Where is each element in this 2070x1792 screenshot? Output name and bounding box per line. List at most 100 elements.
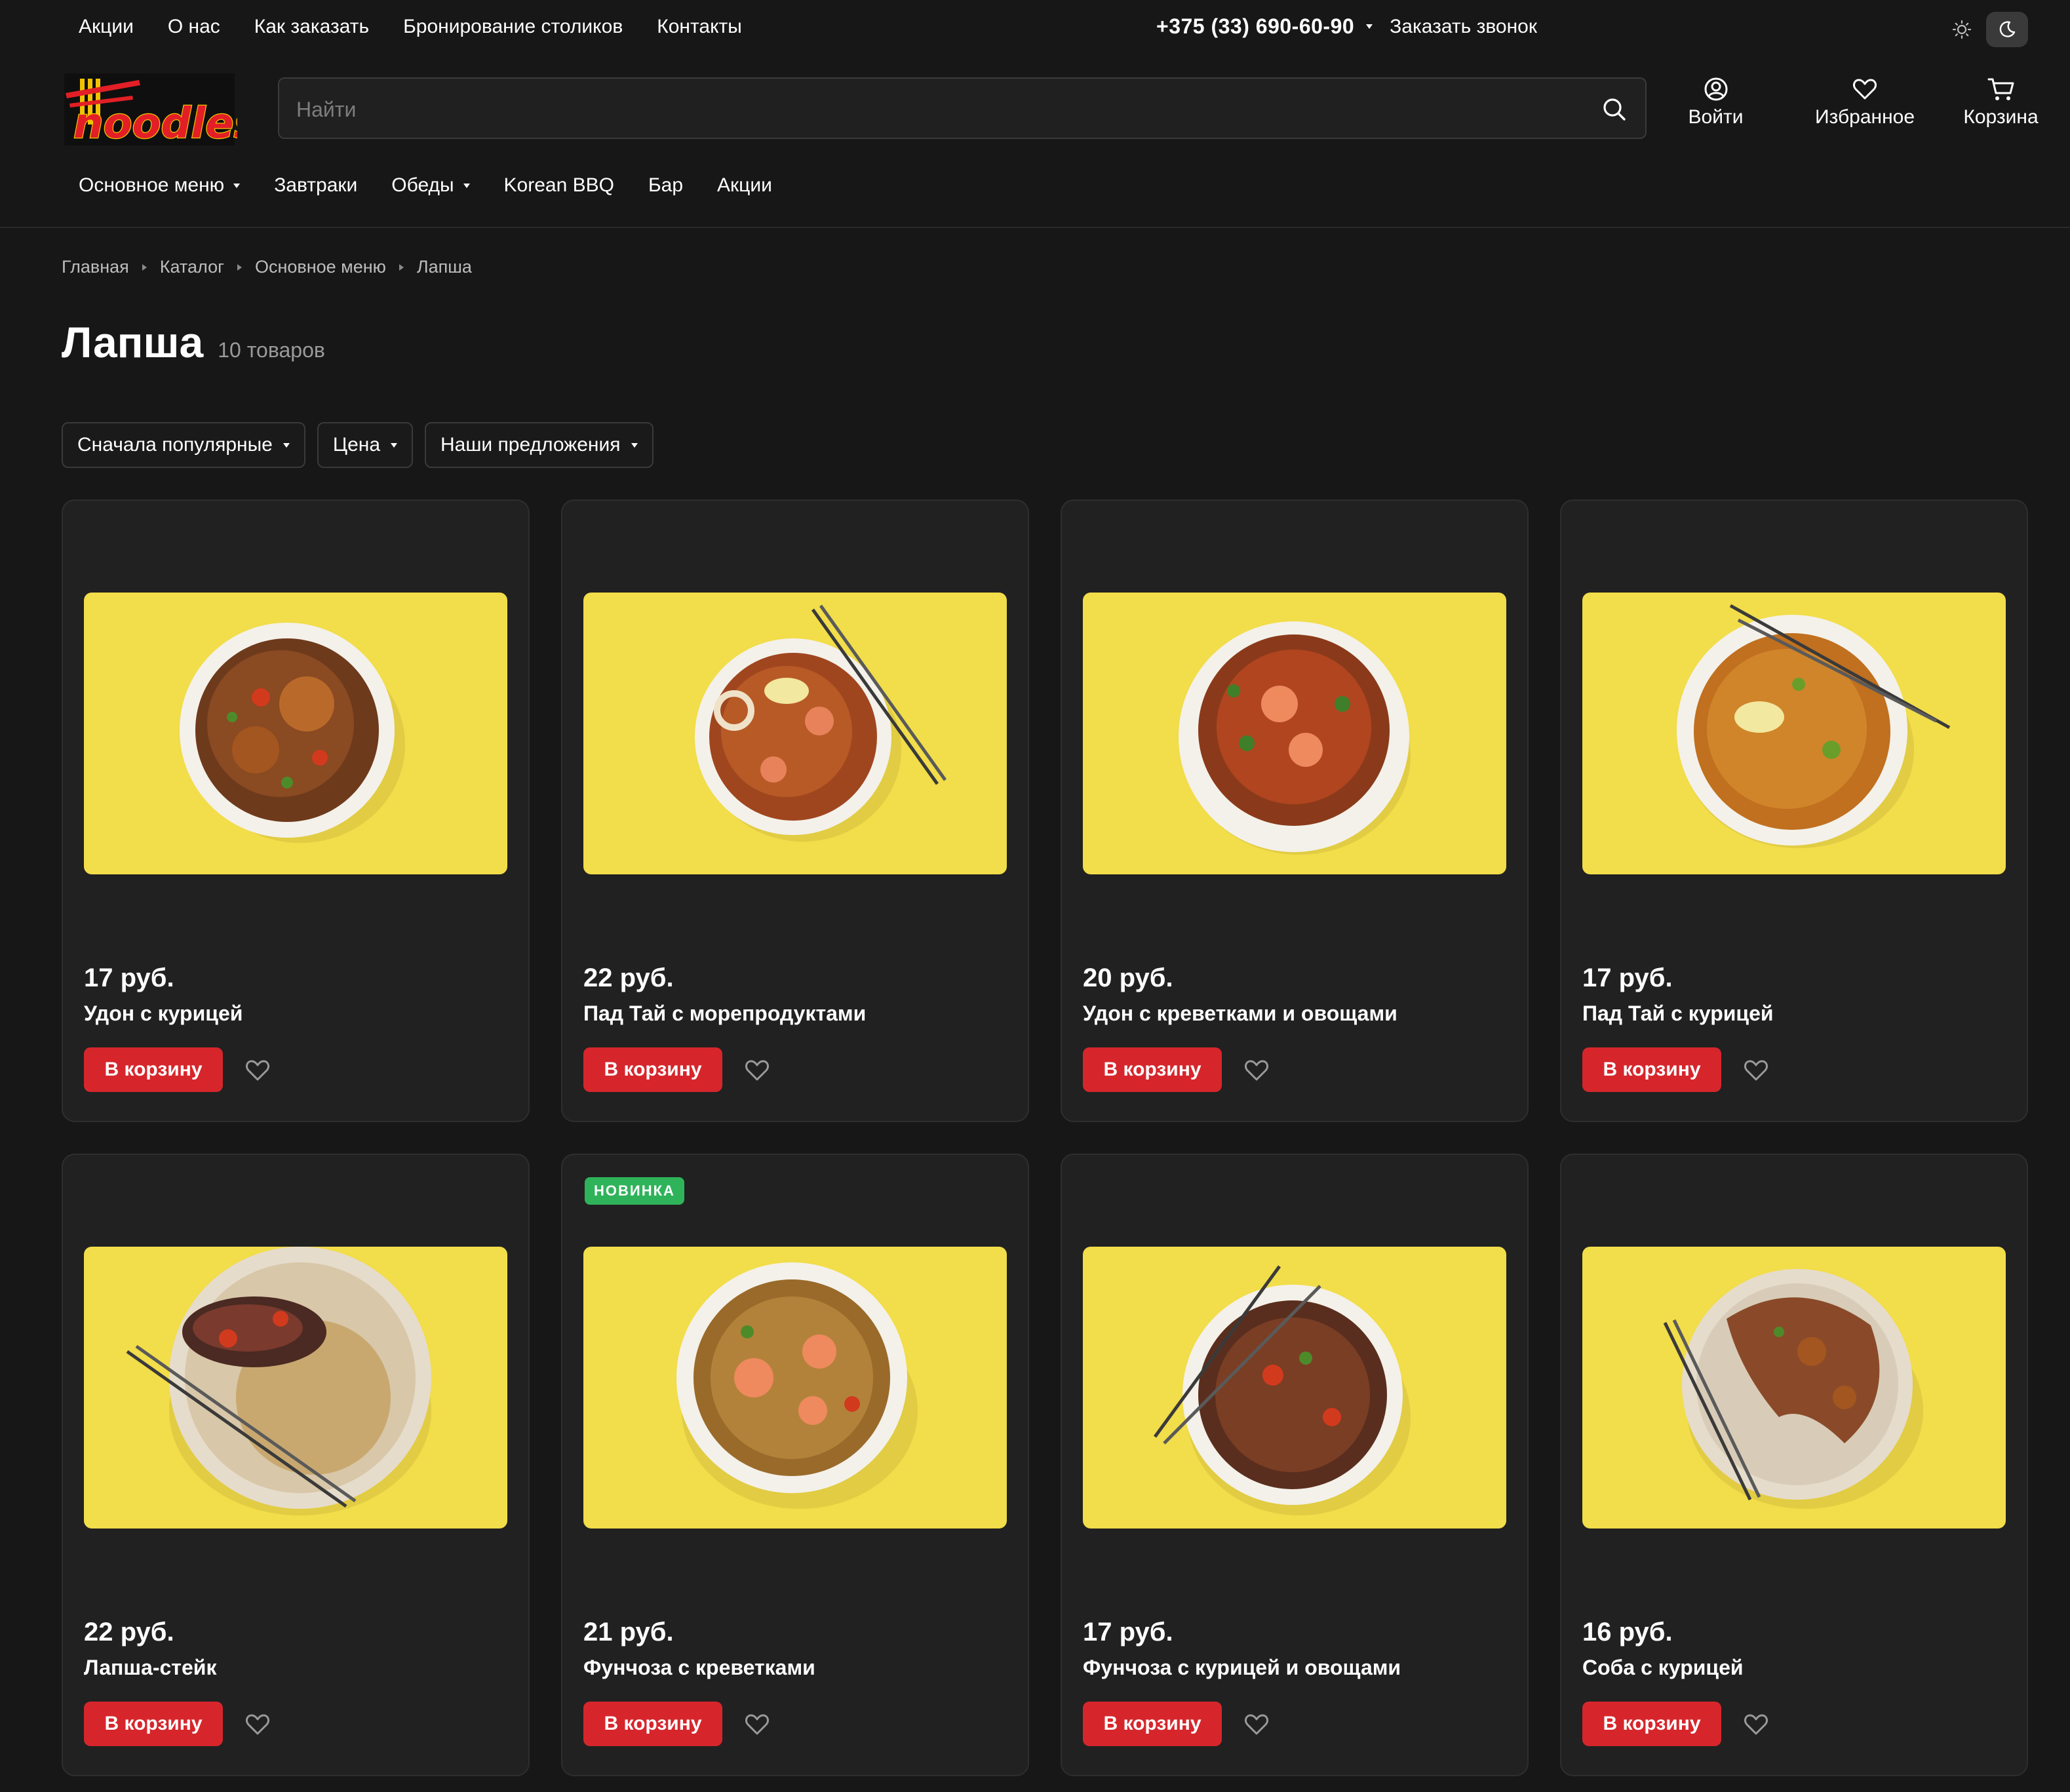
menu-item-lunches[interactable]: Обеды <box>391 174 470 197</box>
product-name[interactable]: Пад Тай с морепродуктами <box>583 1002 866 1026</box>
product-card[interactable]: 22 руб. Пад Тай с морепродуктами В корзи… <box>561 499 1029 1122</box>
sort-label: Сначала популярные <box>77 434 273 456</box>
cart-label: Корзина <box>1963 106 2039 128</box>
heart-icon[interactable] <box>1241 1709 1272 1740</box>
product-name[interactable]: Фунчоза с креветками <box>583 1656 815 1680</box>
product-card[interactable]: 22 руб. Лапша-стейк В корзину <box>62 1154 530 1776</box>
top-bar: Акции О нас Как заказать Бронирование ст… <box>0 0 2070 59</box>
favorites-button[interactable]: Избранное <box>1809 76 1921 128</box>
heart-icon[interactable] <box>742 1709 772 1740</box>
menu-item-label: Акции <box>717 174 772 196</box>
product-photo[interactable] <box>583 593 1007 874</box>
menu-item-bar[interactable]: Бар <box>648 174 683 197</box>
menu-item-label: Основное меню <box>79 174 225 196</box>
heart-icon[interactable] <box>243 1055 273 1085</box>
product-photo[interactable] <box>84 593 507 874</box>
filter-bar: Сначала популярные Цена Наши предложения <box>62 422 654 468</box>
add-to-cart-button[interactable]: В корзину <box>84 1047 223 1092</box>
add-to-cart-button[interactable]: В корзину <box>1083 1702 1222 1746</box>
phone-dropdown-icon[interactable] <box>1366 24 1373 29</box>
svg-text:noodles: noodles <box>73 100 237 146</box>
breadcrumb-current: Лапша <box>416 257 472 277</box>
top-nav-contacts[interactable]: Контакты <box>657 16 742 38</box>
menu-item-label: Завтраки <box>274 174 358 196</box>
breadcrumb-separator-icon <box>142 263 147 271</box>
add-to-cart-button[interactable]: В корзину <box>1582 1047 1721 1092</box>
page-title: Лапша <box>62 318 204 366</box>
offers-filter[interactable]: Наши предложения <box>425 422 654 468</box>
menu-item-main-menu[interactable]: Основное меню <box>79 174 241 197</box>
product-card[interactable]: 16 руб. Соба с курицей В корзину <box>1560 1154 2028 1776</box>
product-card[interactable]: 20 руб. Удон с креветками и овощами В ко… <box>1061 499 1529 1122</box>
price-filter[interactable]: Цена <box>317 422 414 468</box>
menu-item-breakfasts[interactable]: Завтраки <box>274 174 357 197</box>
product-photo[interactable] <box>1083 593 1506 874</box>
product-price: 16 руб. <box>1582 1618 1673 1646</box>
callback-link[interactable]: Заказать звонок <box>1390 16 1537 38</box>
product-photo[interactable] <box>1083 1247 1506 1529</box>
add-to-cart-button[interactable]: В корзину <box>583 1047 722 1092</box>
page: Акции О нас Как заказать Бронирование ст… <box>0 0 2070 1792</box>
login-button[interactable]: Войти <box>1678 76 1753 128</box>
add-to-cart-button[interactable]: В корзину <box>583 1702 722 1746</box>
product-name[interactable]: Лапша-стейк <box>84 1656 216 1680</box>
header-actions: Войти Избранное Корзина <box>1678 76 2042 128</box>
add-to-cart-button[interactable]: В корзину <box>84 1702 223 1746</box>
product-name[interactable]: Удон с креветками и овощами <box>1083 1002 1397 1026</box>
menu-item-label: Korean BBQ <box>503 174 614 196</box>
cart-button[interactable]: Корзина <box>1960 76 2042 128</box>
product-card[interactable]: НОВИНКА 21 руб. Фунчоза с креветками В к <box>561 1154 1029 1776</box>
product-price: 22 руб. <box>583 964 674 992</box>
chevron-down-icon <box>283 442 290 448</box>
add-to-cart-button[interactable]: В корзину <box>1582 1702 1721 1746</box>
breadcrumb-catalog[interactable]: Каталог <box>160 257 224 277</box>
product-name[interactable]: Пад Тай с курицей <box>1582 1002 1774 1026</box>
product-card[interactable]: 17 руб. Пад Тай с курицей В корзину <box>1560 499 2028 1122</box>
product-photo[interactable] <box>1582 1247 2006 1529</box>
chevron-down-icon <box>631 442 638 448</box>
chevron-down-icon <box>233 183 241 188</box>
heart-icon[interactable] <box>742 1055 772 1085</box>
heart-icon[interactable] <box>1741 1709 1771 1740</box>
product-price: 17 руб. <box>1083 1618 1173 1646</box>
breadcrumb-main-menu[interactable]: Основное меню <box>255 257 386 277</box>
sun-icon[interactable] <box>1944 12 1980 47</box>
breadcrumb: Главная Каталог Основное меню Лапша <box>62 257 472 277</box>
site-logo[interactable]: noodles <box>60 73 260 149</box>
phone-number[interactable]: +375 (33) 690-60-90 <box>1156 14 1354 39</box>
product-photo[interactable] <box>583 1247 1007 1529</box>
header-divider <box>0 227 2070 228</box>
moon-icon[interactable] <box>1986 12 2028 47</box>
favorites-label: Избранное <box>1814 106 1915 128</box>
product-name[interactable]: Удон с курицей <box>84 1002 243 1026</box>
chevron-down-icon <box>391 442 398 448</box>
product-card[interactable]: 17 руб. Удон с курицей В корзину <box>62 499 530 1122</box>
menu-item-promos[interactable]: Акции <box>717 174 772 197</box>
breadcrumb-separator-icon <box>399 263 404 271</box>
breadcrumb-separator-icon <box>237 263 242 271</box>
add-to-cart-button[interactable]: В корзину <box>1083 1047 1222 1092</box>
heart-icon[interactable] <box>1241 1055 1272 1085</box>
product-name[interactable]: Соба с курицей <box>1582 1656 1744 1680</box>
top-nav-about[interactable]: О нас <box>168 16 220 38</box>
product-grid: 17 руб. Удон с курицей В корзину 22 руб.… <box>62 499 2028 1776</box>
price-filter-label: Цена <box>332 434 381 456</box>
product-photo[interactable] <box>84 1247 507 1529</box>
main-menu: Основное меню Завтраки Обеды Korean BBQ … <box>79 174 772 197</box>
heart-icon[interactable] <box>243 1709 273 1740</box>
cart-icon <box>1987 78 2014 100</box>
menu-item-korean-bbq[interactable]: Korean BBQ <box>504 174 614 197</box>
breadcrumb-home[interactable]: Главная <box>62 257 129 277</box>
heart-icon[interactable] <box>1741 1055 1771 1085</box>
product-card[interactable]: 17 руб. Фунчоза с курицей и овощами В ко… <box>1061 1154 1529 1776</box>
product-name[interactable]: Фунчоза с курицей и овощами <box>1083 1656 1401 1680</box>
top-nav: Акции О нас Как заказать Бронирование ст… <box>79 16 742 38</box>
top-nav-promos[interactable]: Акции <box>79 16 134 38</box>
product-photo[interactable] <box>1582 593 2006 874</box>
chevron-down-icon <box>463 183 470 188</box>
search-input[interactable] <box>296 93 1542 126</box>
top-nav-table-booking[interactable]: Бронирование столиков <box>403 16 623 38</box>
sort-dropdown[interactable]: Сначала популярные <box>62 422 305 468</box>
top-nav-how-to-order[interactable]: Как заказать <box>254 16 369 38</box>
search-icon[interactable] <box>1598 93 1631 126</box>
